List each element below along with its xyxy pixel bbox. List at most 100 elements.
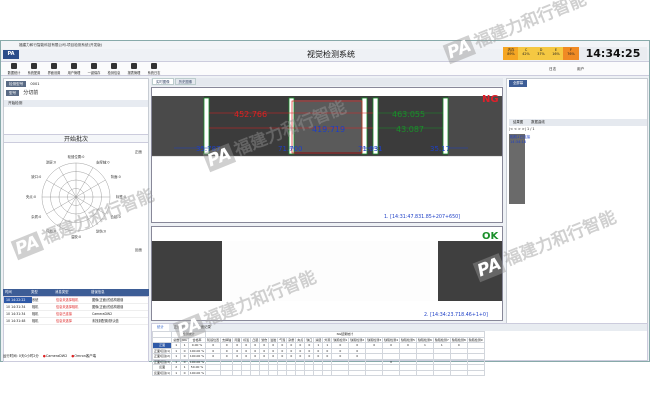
tab-history-image[interactable]: 历史图像 xyxy=(174,78,197,85)
image-navigator[interactable]: |< < > >| 1 / 1 xyxy=(509,127,535,131)
image1-timestamp: 1. [14:31:47.831.85+207+650] xyxy=(384,214,460,220)
table-cell xyxy=(232,369,243,376)
user-manage-button[interactable]: 用户管理 xyxy=(65,63,83,76)
radar-spoke xyxy=(46,196,77,215)
table-cell: 100.00 % xyxy=(187,358,207,365)
system-log-button[interactable]: 系统日志 xyxy=(145,63,163,76)
app-logo: PA xyxy=(3,50,19,59)
center-tabs: 实时图像 历史图像 xyxy=(151,78,503,86)
tab-live-image[interactable]: 实时图像 xyxy=(152,78,174,85)
save-all-button[interactable]: 一键保存 xyxy=(85,63,103,76)
radar-axis-label: 缺口:0 xyxy=(31,174,41,179)
log-time: 10 14:31:34 xyxy=(6,305,26,309)
camera-image-2[interactable]: OK 2. [14:34:23.718.46+1+0] xyxy=(151,226,503,321)
table-cell xyxy=(331,369,350,376)
radar-spoke xyxy=(75,179,106,198)
stat-d-value: 37% xyxy=(537,52,545,57)
stat-f-value: 76% xyxy=(567,52,575,57)
log-col-msg: 消息类型 xyxy=(55,290,69,294)
user-menu[interactable]: 用户 xyxy=(577,64,584,75)
model-label: 检测型号 xyxy=(6,81,27,87)
table-cell: 100.00 % xyxy=(187,347,207,354)
small-measure-far: 35.17 xyxy=(430,145,450,153)
app-window: 福建力和行智能科技有限公司-项目检测系统(开发版) PA 视觉检测系统 内存 89… xyxy=(0,40,650,376)
radar-spoke xyxy=(46,179,77,198)
thumbnail-note: 相机1已连接 14:34:18 xyxy=(510,135,530,145)
camera-image-1[interactable]: 452.766 419.719 463.055 43.087 35.787 71… xyxy=(151,87,503,223)
column-header: 缺陷检测9 xyxy=(466,336,485,343)
log-time: 10 14:31:48 xyxy=(6,319,26,323)
table-cell: 1 xyxy=(171,369,182,376)
right-panel: 全屏幕 结果图 数据曲线 |< < > >| 1 / 1 相机1已连接 14:34:… xyxy=(506,78,648,328)
log-time: 10 14:22:22 xyxy=(4,297,32,303)
chart-icon xyxy=(11,63,17,69)
toolbar-label: 一键保存 xyxy=(87,71,101,75)
measure-top: 452.766 xyxy=(234,110,267,119)
data-stats-button[interactable]: 数据统计 xyxy=(5,63,23,76)
stat-e-value: 16% xyxy=(552,52,560,57)
radar-axis-label: 杂质:0 xyxy=(31,214,41,219)
small-measure-center: 71.700 xyxy=(278,145,303,153)
stat-disk-d: D 37% xyxy=(533,47,549,60)
model-row: 检测型号 0001 xyxy=(6,81,40,88)
defect-radar-chart: 轮毂位置:0 支撑轴:0 背面:0 标签:0 凸起:0 划伤:0 溢胶:0 气泡:0 杂质:0 夹… xyxy=(26,149,142,252)
table-cell xyxy=(399,369,417,376)
save-icon xyxy=(91,63,97,69)
toolbar-label: 系统配置 xyxy=(27,71,41,75)
log-row[interactable]: 10 14:22:22 系统 信息未选择相机 图像(正面)的结构错误 xyxy=(4,297,148,304)
small-measure-right: 71.031 xyxy=(358,145,383,153)
log-button[interactable]: 日志 xyxy=(549,64,556,75)
measure-right-mid: 43.087 xyxy=(396,125,424,134)
page-indicator: 1 / 1 xyxy=(526,127,535,131)
log-row[interactable]: 10 14:31:34 相机 信息未选择相机 图像(正面)的结构错误 xyxy=(4,304,148,311)
log-icon xyxy=(151,63,157,69)
log-msg: 信息已连接 xyxy=(56,312,72,316)
log-msg: 信息未选择相机 xyxy=(56,298,79,302)
tab-front-record[interactable]: 正面记录 xyxy=(169,324,193,331)
table-cell: 正面切割(2) xyxy=(151,353,173,360)
detect-info-button[interactable]: 检测信息 xyxy=(105,63,123,76)
prev-icon[interactable]: |< < > >| xyxy=(509,127,526,131)
table-cell xyxy=(348,369,367,376)
tab-result-image[interactable]: 结果图 xyxy=(509,120,527,124)
code-value[interactable]: 分切前 xyxy=(23,90,38,96)
tab-start-detect[interactable]: 开始检测 xyxy=(4,100,148,107)
toolbar-label: 报表管理 xyxy=(127,71,141,75)
image2-timestamp: 2. [14:34:23.718.46+1+0] xyxy=(424,312,488,318)
log-err: CameraDW2 xyxy=(92,312,113,316)
column-header: 缺陷检测5 xyxy=(399,336,417,343)
table-cell xyxy=(432,369,451,376)
column-header: 缺陷检测2 xyxy=(348,336,367,343)
log-row[interactable]: 10 14:31:48 相机 信息未选择 未找到配置/默认值 xyxy=(4,318,148,325)
table-row[interactable]: 反面切割(1) 1 0 100.00 % xyxy=(151,369,485,376)
elapsed-time: 运行时间: 0天0小时2分 xyxy=(3,354,39,358)
tab-data-curve[interactable]: 数据曲线 xyxy=(527,120,549,124)
tab-fullscreen[interactable]: 全屏幕 xyxy=(509,80,528,87)
table-cell xyxy=(220,369,234,376)
ui-settings-button[interactable]: 界面设置 xyxy=(45,63,63,76)
radar-spoke xyxy=(75,167,94,198)
column-header: 缺陷检测1 xyxy=(331,336,350,343)
table-cell xyxy=(415,369,434,376)
log-type: 相机 xyxy=(32,305,39,309)
toolbar-label: 用户管理 xyxy=(67,71,81,75)
table-cell xyxy=(250,369,261,376)
stat-c-value: 42% xyxy=(522,52,530,57)
report-button[interactable]: 报表管理 xyxy=(125,63,143,76)
column-header: 缺陷检测4 xyxy=(382,336,401,343)
radar-axis-label: 涂层:0 xyxy=(46,159,56,164)
result-ok: OK xyxy=(482,231,500,242)
statistics-panel: 统计 正面记录 反面记录 检测统计 NG结果统计 总数 NG 合格率 轮毂位置 支撑轴 背面 标签凸… xyxy=(151,323,648,376)
tab-stats[interactable]: 统计 xyxy=(152,324,169,331)
start-batch-header[interactable]: 开始批次 xyxy=(4,134,148,143)
model-value[interactable]: 0001 xyxy=(30,82,39,86)
log-type: 相机 xyxy=(32,312,39,316)
column-header: 缺陷检测8 xyxy=(449,336,468,343)
system-config-button[interactable]: 系统配置 xyxy=(25,63,43,76)
radar-spoke xyxy=(58,196,77,227)
toolbar-label: 系统日志 xyxy=(147,71,161,75)
gear-icon xyxy=(31,63,37,69)
tab-back-record[interactable]: 反面记录 xyxy=(192,324,216,331)
user-icon xyxy=(71,63,77,69)
log-row[interactable]: 10 14:31:34 相机 信息已连接 CameraDW2 xyxy=(4,311,148,318)
